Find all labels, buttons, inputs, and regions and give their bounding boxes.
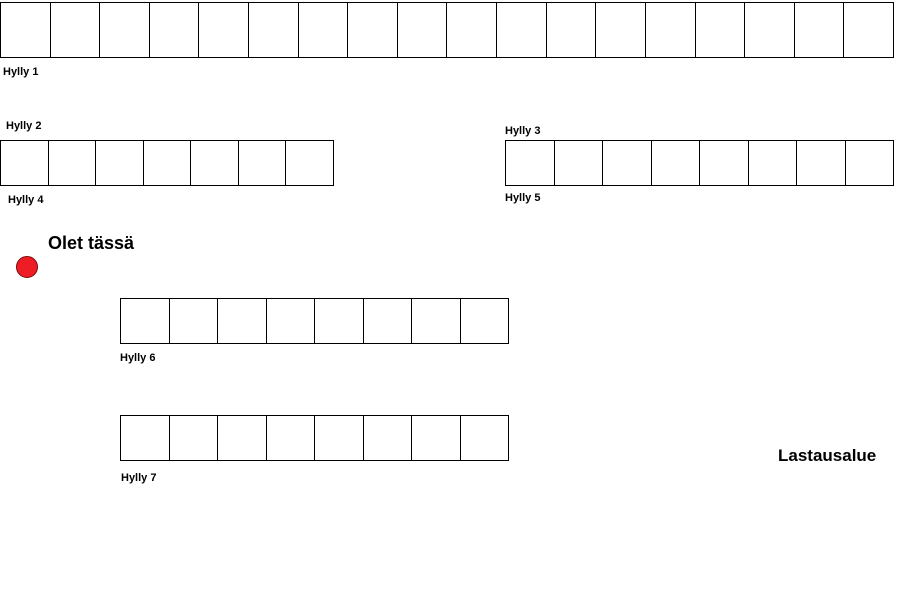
current-location-label: Olet tässä — [48, 233, 135, 253]
shelf-slot — [121, 299, 170, 343]
shelf-slot — [299, 3, 349, 57]
shelf-slot — [844, 3, 894, 57]
shelf-slot — [749, 141, 797, 185]
shelf-slot — [191, 141, 239, 185]
shelf-slot — [547, 3, 597, 57]
shelf-slot — [745, 3, 795, 57]
shelf-slot — [398, 3, 448, 57]
shelf-slot — [1, 141, 49, 185]
shelf-slot — [506, 141, 555, 185]
shelf-slot — [461, 416, 509, 460]
shelf-slot — [239, 141, 287, 185]
shelf-slot — [364, 299, 412, 343]
shelf-slot — [652, 141, 700, 185]
shelf-slot — [96, 141, 144, 185]
shelf-slot — [49, 141, 97, 185]
shelf-hylly-7 — [120, 415, 509, 461]
shelf-slot — [170, 416, 218, 460]
shelf-slot — [150, 3, 200, 57]
shelf-slot — [170, 299, 218, 343]
shelf-slot — [846, 141, 894, 185]
shelf-slot — [51, 3, 101, 57]
shelf-hylly-6 — [120, 298, 509, 344]
shelf-hylly-3 — [505, 140, 894, 186]
shelf-slot — [646, 3, 696, 57]
shelf-slot — [795, 3, 845, 57]
shelf-slot — [603, 141, 652, 185]
shelf-slot — [315, 416, 364, 460]
shelf-slot — [696, 3, 746, 57]
shelf-slot — [121, 416, 170, 460]
shelf-slot — [364, 416, 412, 460]
shelf-slot — [447, 3, 498, 57]
shelf-slot — [555, 141, 603, 185]
shelf-label-hylly-5: Hylly 5 — [505, 192, 541, 204]
shelf-hylly-2 — [0, 140, 335, 186]
current-location-marker — [16, 256, 38, 278]
shelf-label-hylly-6: Hylly 6 — [120, 352, 156, 364]
shelf-slot — [700, 141, 749, 185]
shelf-label-hylly-7: Hylly 7 — [121, 472, 157, 484]
shelf-slot — [497, 3, 547, 57]
shelf-label-hylly-2: Hylly 2 — [6, 120, 42, 132]
shelf-label-hylly-3: Hylly 3 — [505, 125, 541, 137]
shelf-slot — [144, 141, 192, 185]
shelf-slot — [218, 299, 267, 343]
shelf-slot — [267, 416, 315, 460]
shelf-slot — [412, 416, 461, 460]
shelf-slot — [461, 299, 509, 343]
shelf-slot — [1, 3, 51, 57]
shelf-slot — [100, 3, 150, 57]
shelf-slot — [412, 299, 461, 343]
shelf-label-hylly-1: Hylly 1 — [3, 66, 39, 78]
shelf-slot — [199, 3, 250, 57]
shelf-slot — [286, 141, 335, 185]
shelf-label-hylly-4: Hylly 4 — [8, 194, 44, 206]
shelf-slot — [315, 299, 364, 343]
loading-area-label: Lastausalue — [778, 446, 877, 465]
shelf-slot — [348, 3, 398, 57]
shelf-slot — [596, 3, 646, 57]
shelf-slot — [797, 141, 846, 185]
shelf-slot — [267, 299, 315, 343]
shelf-slot — [249, 3, 299, 57]
shelf-slot — [218, 416, 267, 460]
shelf-hylly-1 — [0, 2, 894, 58]
